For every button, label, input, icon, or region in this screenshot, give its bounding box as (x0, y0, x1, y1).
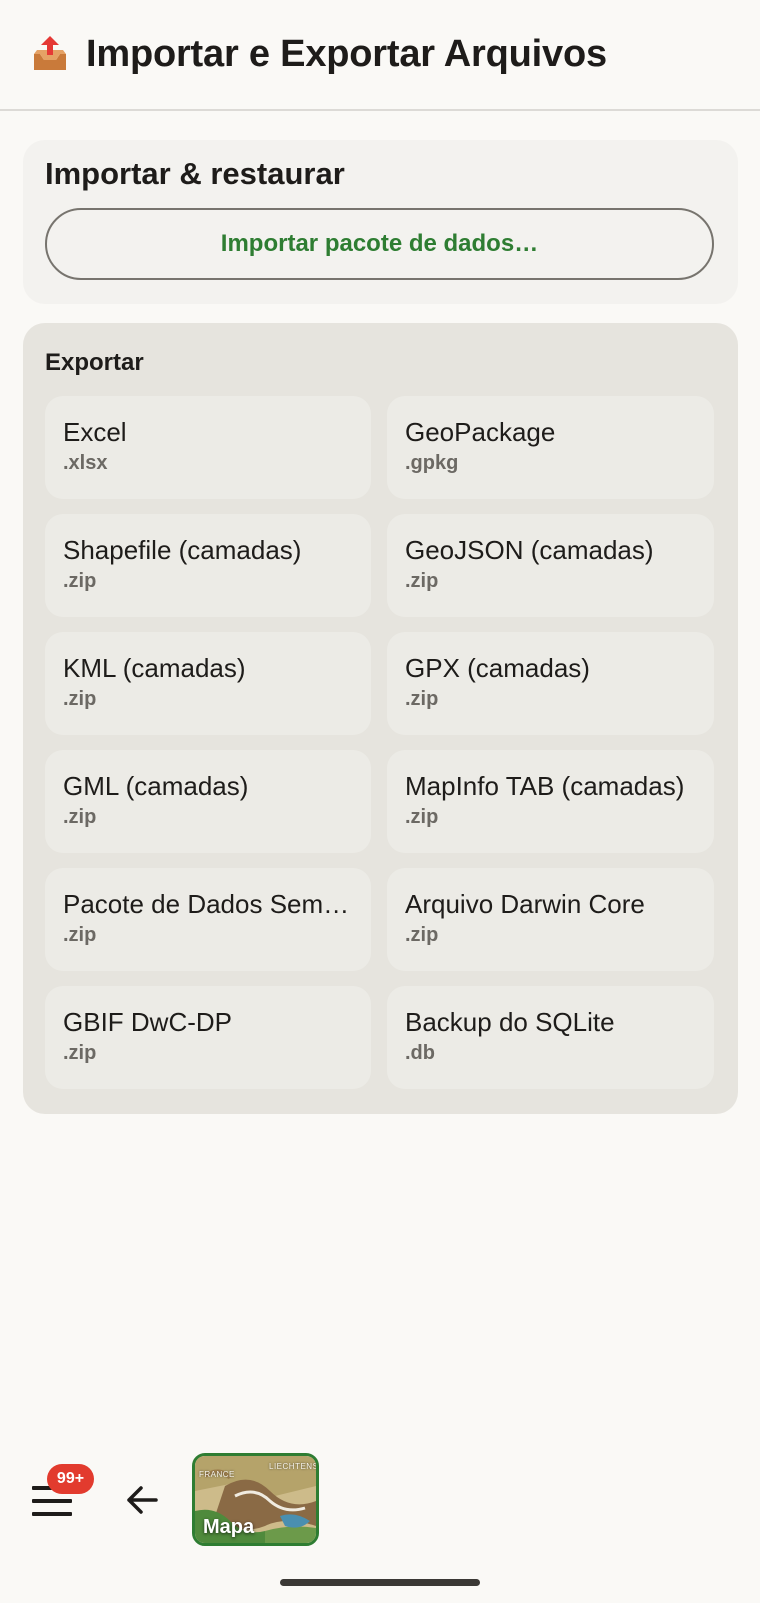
import-card: Importar & restaurar Importar pacote de … (23, 140, 738, 304)
app-header: Importar e Exportar Arquivos (0, 0, 760, 111)
back-arrow-icon[interactable] (122, 1480, 162, 1520)
export-data-package-tile[interactable]: Pacote de Dados Sem … .zip (45, 868, 371, 971)
export-geopackage-tile[interactable]: GeoPackage .gpkg (387, 396, 714, 499)
export-format-name: Excel (63, 417, 127, 447)
notification-badge: 99+ (47, 1464, 94, 1494)
export-sqlite-backup-tile[interactable]: Backup do SQLite .db (387, 986, 714, 1089)
export-format-name: KML (camadas) (63, 653, 246, 683)
export-format-ext: .zip (405, 570, 439, 592)
export-excel-tile[interactable]: Excel .xlsx (45, 396, 371, 499)
export-format-grid: Excel .xlsx GeoPackage .gpkg Shapefile (… (45, 396, 716, 1089)
import-data-package-button[interactable]: Importar pacote de dados… (45, 208, 714, 280)
export-format-ext: .zip (63, 806, 97, 828)
export-format-name: Shapefile (camadas) (63, 535, 302, 565)
export-format-ext: .db (405, 1042, 435, 1064)
export-format-ext: .zip (63, 688, 97, 710)
export-darwin-core-tile[interactable]: Arquivo Darwin Core .zip (387, 868, 714, 971)
export-format-ext: .zip (405, 688, 439, 710)
export-geojson-tile[interactable]: GeoJSON (camadas) .zip (387, 514, 714, 617)
map-place-label: LIECHTENS (269, 1462, 319, 1471)
export-format-name: Arquivo Darwin Core (405, 889, 645, 919)
export-format-name: GeoPackage (405, 417, 556, 447)
export-format-name: GeoJSON (camadas) (405, 535, 654, 565)
export-gpx-tile[interactable]: GPX (camadas) .zip (387, 632, 714, 735)
export-format-name: MapInfo TAB (camadas) (405, 771, 685, 801)
export-format-ext: .zip (63, 1042, 97, 1064)
export-mapinfo-tab-tile[interactable]: MapInfo TAB (camadas) .zip (387, 750, 714, 853)
export-format-name: Pacote de Dados Sem … (63, 889, 353, 919)
export-format-name: GML (camadas) (63, 771, 249, 801)
map-label: Mapa (203, 1516, 255, 1538)
export-format-name: GBIF DwC-DP (63, 1007, 232, 1037)
import-card-title: Importar & restaurar (45, 156, 345, 191)
export-kml-tile[interactable]: KML (camadas) .zip (45, 632, 371, 735)
export-format-name: GPX (camadas) (405, 653, 590, 683)
bottom-bar: 99+ FRANCE LIECHTENS Mapa (0, 1450, 760, 1550)
map-place-label: FRANCE (199, 1470, 235, 1479)
map-thumbnail-button[interactable]: FRANCE LIECHTENS Mapa (192, 1453, 319, 1546)
home-indicator[interactable] (280, 1579, 480, 1586)
export-format-ext: .zip (405, 924, 439, 946)
export-card: Exportar Excel .xlsx GeoPackage .gpkg Sh… (23, 323, 738, 1114)
hamburger-icon-line (32, 1499, 72, 1503)
export-format-ext: .zip (63, 570, 97, 592)
outbox-tray-icon (34, 35, 66, 70)
export-shapefile-tile[interactable]: Shapefile (camadas) .zip (45, 514, 371, 617)
export-format-ext: .zip (63, 924, 97, 946)
hamburger-icon-line (32, 1512, 72, 1516)
export-format-name: Backup do SQLite (405, 1007, 615, 1037)
export-gbif-dwc-dp-tile[interactable]: GBIF DwC-DP .zip (45, 986, 371, 1089)
page-title: Importar e Exportar Arquivos (86, 33, 607, 75)
export-format-ext: .xlsx (63, 452, 108, 474)
export-format-ext: .gpkg (405, 452, 459, 474)
export-card-title: Exportar (45, 349, 144, 376)
export-gml-tile[interactable]: GML (camadas) .zip (45, 750, 371, 853)
export-format-ext: .zip (405, 806, 439, 828)
